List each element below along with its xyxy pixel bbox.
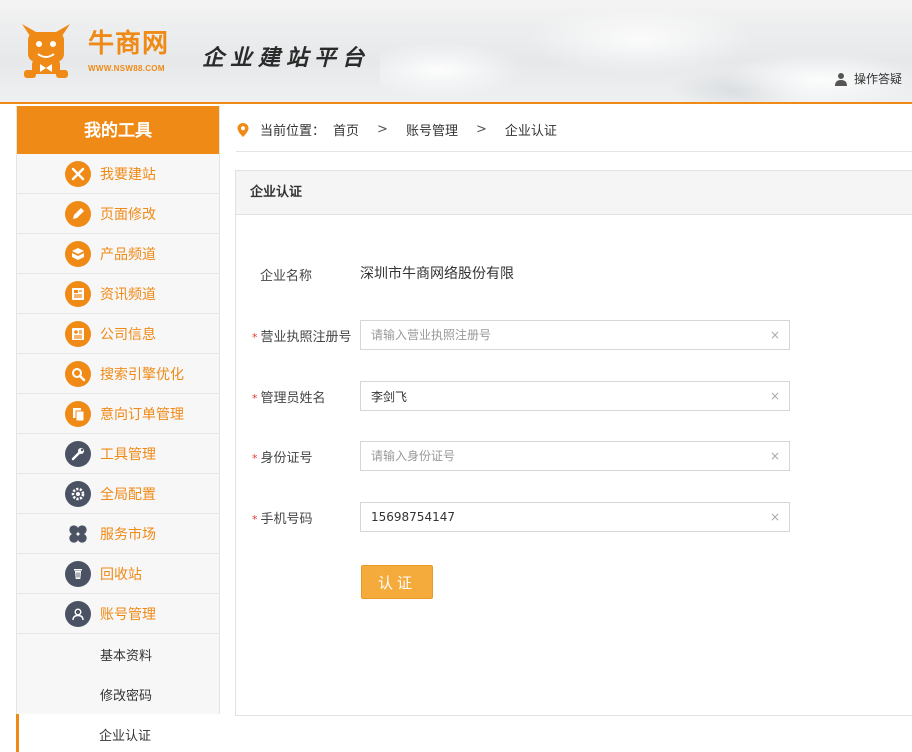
enterprise-auth-panel: 企业认证 企业名称 深圳市牛商网络股份有限 *营业执照注册号 × *管理员姓名 … [235,170,912,716]
logo-url: WWW.NSW88.COM [88,64,165,73]
sidebar-item-products[interactable]: 产品频道 [17,234,219,274]
sidebar-item-label: 服务市场 [100,526,156,543]
verify-button[interactable]: 认证 [361,565,433,599]
admin-name-label: * 管理员姓名 [252,387,326,406]
breadcrumb-home[interactable]: 首页 [333,120,359,139]
box-icon [65,240,91,267]
required-mark: * [252,392,258,405]
breadcrumb: 当前位置： 首页 > 账号管理 > 企业认证 [236,108,912,152]
admin-name-label-text: 管理员姓名 [260,391,326,406]
sidebar-item-label: 我要建站 [100,166,156,183]
clear-icon[interactable]: × [770,510,780,524]
id-number-label-text: 身份证号 [260,451,313,466]
user-icon [65,600,91,627]
sidebar-item-label: 搜索引擎优化 [100,366,184,383]
sidebar: 我的工具 我要建站 页面修改 产品频道 资讯频道 公司信息 搜索引擎优化 意向订… [16,106,221,752]
clear-icon[interactable]: × [770,449,780,463]
admin-name-input[interactable] [360,381,790,411]
sidebar-item-label: 产品频道 [100,246,156,263]
breadcrumb-account[interactable]: 账号管理 [406,120,458,139]
required-mark: * [252,452,258,465]
sidebar-item-account[interactable]: 账号管理 [17,594,219,634]
id-number-label: * 身份证号 [252,447,313,466]
news-icon [65,280,91,307]
phone-label: * 手机号码 [252,508,313,527]
clear-icon[interactable]: × [770,328,780,342]
sidebar-item-label: 资讯频道 [100,286,156,303]
pencil-icon [65,200,91,227]
sidebar-item-label: 工具管理 [100,446,156,463]
help-link-label: 操作答疑 [853,72,902,86]
tools-icon [65,160,91,187]
sidebar-item-label: 页面修改 [100,206,156,223]
trash-icon [65,560,91,587]
required-mark: * [252,513,258,526]
sidebar-subitem-enterprise-auth[interactable]: 企业认证 [16,714,221,752]
breadcrumb-prefix: 当前位置： [260,124,326,139]
sidebar-item-orders[interactable]: 意向订单管理 [17,394,219,434]
help-link[interactable]: 操作答疑 [834,70,902,87]
id-number-row: *身份证号 × [236,441,836,471]
breadcrumb-separator: > [377,122,388,137]
sidebar-subitem-basic-info[interactable]: 基本资料 [17,634,219,674]
sidebar-item-global-config[interactable]: 全局配置 [17,474,219,514]
breadcrumb-current: 企业认证 [504,124,557,139]
gear-icon [65,480,91,507]
id-number-input[interactable] [360,441,790,471]
phone-label-text: 手机号码 [260,512,313,527]
sidebar-item-service-market[interactable]: 服务市场 [17,514,219,554]
sidebar-title: 我的工具 [17,106,219,154]
required-mark: * [252,331,258,344]
company-name-value: 深圳市牛商网络股份有限 [360,266,514,282]
sidebar-item-label: 意向订单管理 [100,406,184,423]
company-name-row: 企业名称 深圳市牛商网络股份有限 [236,259,836,289]
license-number-label-text: 营业执照注册号 [260,330,352,345]
search-icon [65,360,91,387]
sidebar-item-label: 公司信息 [100,326,156,343]
sidebar-item-label: 全局配置 [100,486,156,503]
wrench-icon [65,440,91,467]
sidebar-subitem-change-password[interactable]: 修改密码 [17,674,219,714]
sidebar-item-label: 回收站 [100,566,142,583]
license-number-row: *营业执照注册号 × [236,320,836,350]
logo-text: 牛商网 [88,29,170,59]
breadcrumb-separator: > [475,122,487,137]
sidebar-item-build-site[interactable]: 我要建站 [17,154,219,194]
sidebar-item-page-edit[interactable]: 页面修改 [17,194,219,234]
panel-title: 企业认证 [236,171,912,215]
clover-icon [65,521,91,547]
id-card-icon [65,320,91,347]
bull-mascot-logo[interactable] [14,14,78,82]
sidebar-item-news[interactable]: 资讯频道 [17,274,219,314]
sidebar-item-tools[interactable]: 工具管理 [17,434,219,474]
license-number-label: * 营业执照注册号 [252,326,352,345]
sidebar-item-label: 账号管理 [100,606,156,623]
header: 牛商网 WWW.NSW88.COM 企业建站平台 操作答疑 [0,0,912,104]
phone-row: *手机号码 × [236,502,836,532]
sidebar-item-recycle-bin[interactable]: 回收站 [17,554,219,594]
sidebar-item-company-info[interactable]: 公司信息 [17,314,219,354]
user-silhouette-icon [834,72,847,86]
admin-name-row: *管理员姓名 × [236,381,836,411]
clear-icon[interactable]: × [770,389,780,403]
license-number-input[interactable] [360,320,790,350]
phone-input[interactable] [360,502,790,532]
header-cloud-background [380,0,912,102]
document-icon [65,400,91,427]
platform-slogan: 企业建站平台 [202,45,371,71]
sidebar-item-seo[interactable]: 搜索引擎优化 [17,354,219,394]
company-name-label: 企业名称 [260,269,313,284]
location-pin-icon [237,122,249,137]
